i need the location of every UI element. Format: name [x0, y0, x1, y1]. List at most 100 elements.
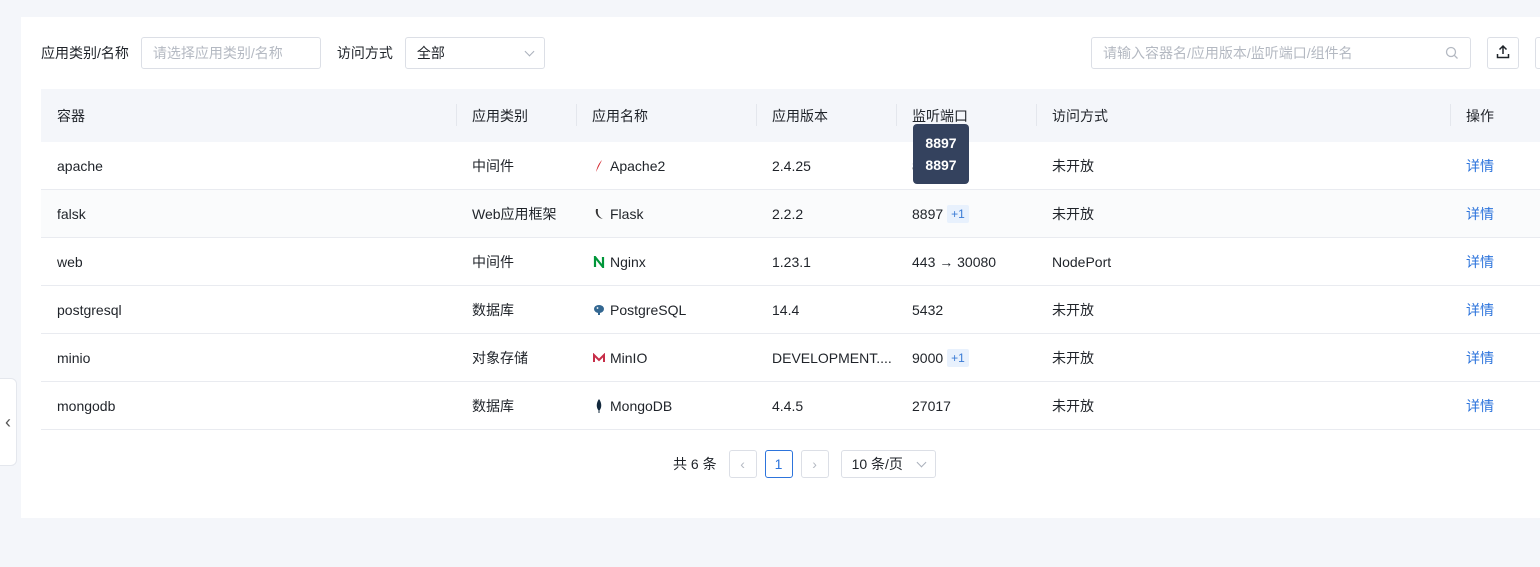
chevron-right-icon: › — [812, 456, 817, 472]
header-container: 容器 — [57, 107, 85, 124]
header-action: 操作 — [1450, 89, 1540, 142]
more-ports-badge[interactable]: +1 — [947, 348, 969, 367]
cell-version: 14.4 — [772, 301, 800, 318]
cell-access: 未开放 — [1052, 397, 1094, 414]
table-row: mongodb 数据库 MongoDB 4.4.5 27017 未开放 详情 — [41, 382, 1540, 430]
cell-port: 9000 +1 — [896, 348, 1036, 367]
port-text: 8897 — [912, 205, 944, 222]
cell-category: Web应用框架 — [472, 205, 557, 222]
app-name-text: PostgreSQL — [610, 301, 687, 318]
next-page-button[interactable]: › — [800, 450, 829, 478]
filter-bar: 应用类别/名称 访问方式 全部 — [41, 37, 545, 69]
detail-link[interactable]: 详情 — [1450, 300, 1540, 320]
cell-container: minio — [57, 349, 91, 366]
table-row: postgresql 数据库 PostgreSQL 14.4 5432 未开放 … — [41, 286, 1540, 334]
chevron-down-icon — [916, 457, 927, 467]
chevron-left-icon: ‹ — [5, 411, 11, 432]
port-text: 27017 — [912, 397, 951, 414]
tooltip-line: 8897 — [925, 157, 957, 173]
cell-app-name: Apache2 — [576, 158, 756, 174]
chevron-left-icon: ‹ — [740, 456, 745, 472]
port-tooltip: 8897 8897 — [913, 124, 969, 184]
cell-category: 中间件 — [472, 157, 514, 174]
access-filter-select[interactable]: 全部 — [404, 37, 545, 69]
cell-category: 对象存储 — [472, 349, 528, 366]
cell-access: 未开放 — [1052, 349, 1094, 366]
header-version: 应用版本 — [756, 89, 896, 142]
app-name-text: Apache2 — [610, 157, 666, 174]
table-row: falsk Web应用框架 Flask 2.2.2 8897 +1 未开放 详情 — [41, 190, 1540, 238]
table-row: web 中间件 Nginx 1.23.1 443 → 30080 NodePor… — [41, 238, 1540, 286]
cell-port: 27017 — [896, 398, 1036, 414]
detail-link[interactable]: 详情 — [1450, 252, 1540, 272]
category-filter-input[interactable] — [140, 37, 321, 69]
cell-app-name: Flask — [576, 206, 756, 222]
access-filter-value: 全部 — [416, 45, 445, 61]
cell-access: NodePort — [1052, 253, 1112, 270]
flask-icon — [592, 207, 606, 221]
header-app-name: 应用名称 — [576, 89, 756, 142]
sidebar-collapse-toggle[interactable]: ‹ — [0, 378, 17, 466]
port-text: 9000 — [912, 349, 944, 366]
cell-container: falsk — [57, 205, 86, 222]
export-button[interactable] — [1487, 37, 1519, 69]
cell-access: 未开放 — [1052, 205, 1094, 222]
port-text: 443 → 30080 — [912, 253, 997, 270]
cell-app-name: MongoDB — [576, 398, 756, 414]
cell-version: 4.4.5 — [772, 397, 804, 414]
apache-feather-icon — [592, 159, 606, 173]
mongodb-leaf-icon — [592, 398, 606, 413]
cell-port: 443 → 30080 — [896, 254, 1036, 270]
app-name-text: Flask — [610, 205, 644, 222]
cell-app-name: PostgreSQL — [576, 302, 756, 318]
table-header: 容器 应用类别 应用名称 应用版本 监听端口 访问方式 操作 — [41, 89, 1540, 142]
page-button[interactable]: 1 — [764, 450, 793, 478]
port-text: 5432 — [912, 301, 944, 318]
cell-container: apache — [57, 157, 103, 174]
cell-app-name: MinIO — [576, 350, 756, 366]
detail-link[interactable]: 详情 — [1450, 396, 1540, 416]
header-category: 应用类别 — [456, 89, 576, 142]
page-size-select[interactable]: 10 条/页 — [840, 450, 936, 478]
detail-link[interactable]: 详情 — [1450, 156, 1540, 176]
cell-category: 数据库 — [472, 397, 514, 414]
cell-category: 中间件 — [472, 253, 514, 270]
minio-icon — [592, 351, 606, 365]
postgresql-elephant-icon — [592, 303, 606, 317]
search-input[interactable] — [1092, 38, 1440, 68]
chevron-down-icon — [524, 46, 535, 56]
header-access: 访问方式 — [1036, 89, 1450, 142]
cell-port: 5432 — [896, 302, 1036, 318]
table-row: apache 中间件 Apache2 2.4.25 8897 未开放 详情 — [41, 142, 1540, 190]
cell-version: 2.2.2 — [772, 205, 804, 222]
app-name-text: MongoDB — [610, 397, 673, 414]
app-name-text: Nginx — [610, 253, 646, 270]
table-row: minio 对象存储 MinIO DEVELOPMENT.... 9000 +1… — [41, 334, 1540, 382]
upload-icon — [1495, 44, 1511, 63]
cell-access: 未开放 — [1052, 157, 1094, 174]
cell-category: 数据库 — [472, 301, 514, 318]
main-card: 应用类别/名称 访问方式 全部 容器 应用类别 应用名称 应用版本 监听端口 访… — [21, 17, 1540, 518]
tooltip-line: 8897 — [925, 135, 957, 151]
pagination-total: 共 6 条 — [673, 456, 717, 472]
settings-button[interactable] — [1535, 37, 1540, 69]
detail-link[interactable]: 详情 — [1450, 204, 1540, 224]
category-filter-label: 应用类别/名称 — [41, 45, 129, 61]
app-name-text: MinIO — [610, 349, 648, 366]
page-size-value: 10 条/页 — [851, 456, 903, 472]
search-box — [1091, 37, 1471, 69]
prev-page-button[interactable]: ‹ — [728, 450, 757, 478]
detail-link[interactable]: 详情 — [1450, 348, 1540, 368]
pagination: 共 6 条 ‹ 1 › 10 条/页 — [673, 450, 936, 478]
more-ports-badge[interactable]: +1 — [947, 204, 969, 223]
cell-access: 未开放 — [1052, 301, 1094, 318]
nginx-icon — [592, 255, 606, 269]
cell-port: 8897 +1 — [896, 204, 1036, 223]
access-filter-label: 访问方式 — [336, 45, 393, 61]
search-icon[interactable] — [1440, 38, 1464, 68]
cell-version: 1.23.1 — [772, 253, 811, 270]
cell-version: 2.4.25 — [772, 157, 811, 174]
cell-container: postgresql — [57, 301, 122, 318]
cell-container: web — [57, 253, 83, 270]
container-table: 容器 应用类别 应用名称 应用版本 监听端口 访问方式 操作 apache 中间… — [41, 89, 1540, 430]
